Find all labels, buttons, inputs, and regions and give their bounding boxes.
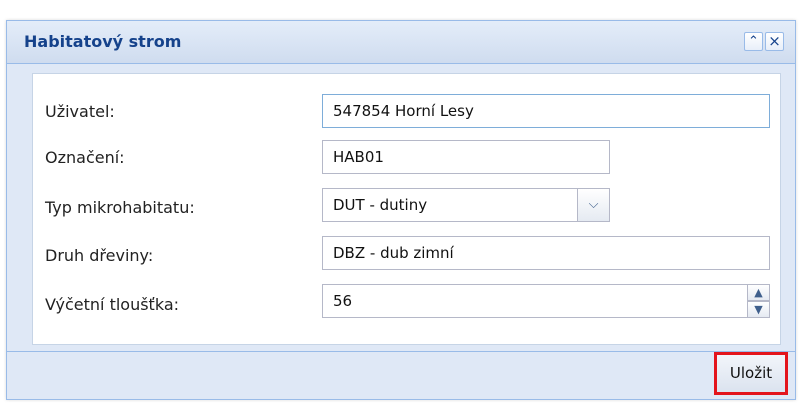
- dbh-number-field[interactable]: 56 ▲ ▼: [322, 284, 770, 318]
- form-row-tree-species: Druh dřeviny: DBZ - dub zimní: [33, 236, 780, 272]
- window-title: Habitatový strom: [24, 32, 182, 51]
- form-row-microhabitat-type: Typ mikrohabitatu: DUT - dutiny ⌵: [33, 188, 780, 224]
- designation-label: Označení:: [45, 148, 125, 167]
- spinner-down-icon[interactable]: ▼: [747, 301, 770, 318]
- double-chevron-up-icon[interactable]: ⌃: [744, 32, 763, 51]
- user-label: Uživatel:: [45, 102, 115, 121]
- form-row-dbh: Výčetní tloušťka: 56 ▲ ▼: [33, 284, 780, 320]
- close-icon[interactable]: ×: [765, 32, 784, 51]
- window-header: Habitatový strom ⌃ ×: [7, 21, 795, 64]
- dbh-value: 56: [333, 292, 353, 310]
- spinner-up-icon[interactable]: ▲: [747, 284, 770, 301]
- designation-field[interactable]: HAB01: [322, 140, 610, 174]
- footer-divider: [7, 351, 795, 352]
- form-body: Uživatel: 547854 Horní Lesy Označení: HA…: [32, 73, 781, 345]
- form-row-designation: Označení: HAB01: [33, 140, 780, 176]
- form-row-user: Uživatel: 547854 Horní Lesy: [33, 94, 780, 130]
- tree-species-label: Druh dřeviny:: [45, 246, 154, 265]
- habitat-tree-window: Habitatový strom ⌃ × Uživatel: 547854 Ho…: [6, 20, 796, 400]
- save-button[interactable]: Uložit: [714, 352, 788, 395]
- microhabitat-type-label: Typ mikrohabitatu:: [45, 198, 195, 217]
- microhabitat-type-select[interactable]: DUT - dutiny ⌵: [322, 188, 610, 222]
- microhabitat-type-value: DUT - dutiny: [333, 196, 428, 214]
- dbh-label: Výčetní tloušťka:: [45, 295, 180, 314]
- chevron-down-icon[interactable]: ⌵: [577, 188, 610, 222]
- user-field[interactable]: 547854 Horní Lesy: [322, 94, 770, 128]
- tree-species-field[interactable]: DBZ - dub zimní: [322, 236, 770, 270]
